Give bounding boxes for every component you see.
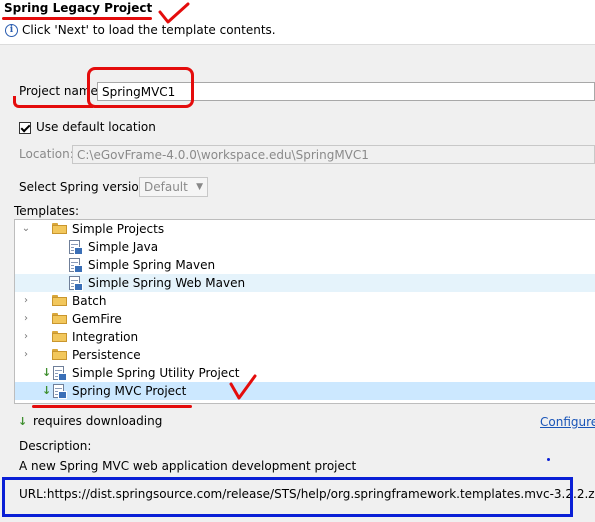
tree-item-label: Simple Spring Utility Project	[72, 366, 240, 380]
tree-item-label: Spring MVC Project	[72, 384, 187, 398]
folder-icon	[52, 313, 67, 324]
template-badge-icon	[74, 247, 83, 255]
chevron-right-icon[interactable]: ›	[21, 292, 31, 310]
annotation-underline-title	[2, 17, 152, 20]
folder-icon	[52, 331, 67, 342]
annotation-checkmark-icon	[229, 374, 257, 400]
chevron-down-icon: ▼	[196, 182, 203, 192]
description-label: Description:	[19, 439, 92, 453]
tree-item-label: Batch	[72, 294, 107, 308]
template-badge-icon	[58, 391, 67, 399]
use-default-location-checkbox[interactable]	[19, 122, 31, 134]
spring-version-value: Default	[144, 180, 188, 194]
tree-item-simple-java[interactable]: Simple Java	[15, 238, 595, 256]
requires-downloading-text: requires downloading	[33, 414, 163, 428]
location-label: Location:	[19, 147, 74, 161]
chevron-right-icon[interactable]: ›	[21, 310, 31, 328]
use-default-location-label: Use default location	[36, 120, 156, 134]
wizard-info-message: Click 'Next' to load the template conten…	[22, 23, 276, 37]
tree-item-persistence[interactable]: › Persistence	[15, 346, 595, 364]
annotation-underline-project-name-label	[13, 96, 93, 108]
tree-item-simple-spring-web-maven[interactable]: Simple Spring Web Maven	[15, 274, 595, 292]
tree-item-gemfire[interactable]: › GemFire	[15, 310, 595, 328]
template-badge-icon	[74, 265, 83, 273]
tree-item-simple-projects[interactable]: ⌄ Simple Projects	[15, 220, 595, 238]
tree-item-label: Simple Spring Web Maven	[88, 276, 246, 290]
info-icon: i	[5, 24, 18, 37]
download-arrow-icon: ↓	[42, 366, 52, 379]
download-arrow-icon: ↓	[42, 384, 52, 397]
tree-item-simple-spring-utility-project[interactable]: ↓ Simple Spring Utility Project	[15, 364, 595, 382]
chevron-down-icon[interactable]: ⌄	[21, 220, 31, 238]
chevron-right-icon[interactable]: ›	[21, 346, 31, 364]
tree-item-label: GemFire	[72, 312, 122, 326]
location-input[interactable]: C:\eGovFrame-4.0.0\workspace.edu\SpringM…	[72, 145, 595, 164]
tree-item-spring-mvc-project[interactable]: ↓ Spring MVC Project	[15, 382, 595, 400]
chevron-right-icon[interactable]: ›	[21, 328, 31, 346]
folder-icon	[52, 295, 67, 306]
annotation-underline-spring-mvc	[32, 405, 192, 408]
tree-item-label: Persistence	[72, 348, 141, 362]
tree-item-label: Simple Java	[88, 240, 159, 254]
annotation-box-url	[2, 477, 573, 517]
template-badge-icon	[74, 283, 83, 291]
templates-tree[interactable]: ⌄ Simple Projects Simple Java Simple Spr…	[14, 219, 595, 404]
template-badge-icon	[58, 373, 67, 381]
download-arrow-icon: ↓	[18, 415, 28, 428]
description-text: A new Spring MVC web application develop…	[19, 459, 357, 473]
tree-item-simple-spring-maven[interactable]: Simple Spring Maven	[15, 256, 595, 274]
tree-item-label: Simple Projects	[72, 222, 165, 236]
tree-item-label: Simple Spring Maven	[88, 258, 216, 272]
configure-link[interactable]: Configure	[540, 415, 595, 429]
tree-item-label: Integration	[72, 330, 139, 344]
tree-item-batch[interactable]: › Batch	[15, 292, 595, 310]
tree-item-integration[interactable]: › Integration	[15, 328, 595, 346]
wizard-title: Spring Legacy Project	[4, 1, 153, 15]
spring-version-select[interactable]: Default ▼	[139, 177, 208, 197]
folder-open-icon	[52, 223, 67, 234]
spring-version-label: Select Spring version:	[19, 180, 151, 194]
templates-label: Templates:	[14, 204, 80, 218]
annotation-dot	[547, 458, 550, 461]
annotation-checkmark-icon	[158, 2, 190, 24]
annotation-box-project-name	[87, 67, 194, 108]
folder-icon	[52, 349, 67, 360]
